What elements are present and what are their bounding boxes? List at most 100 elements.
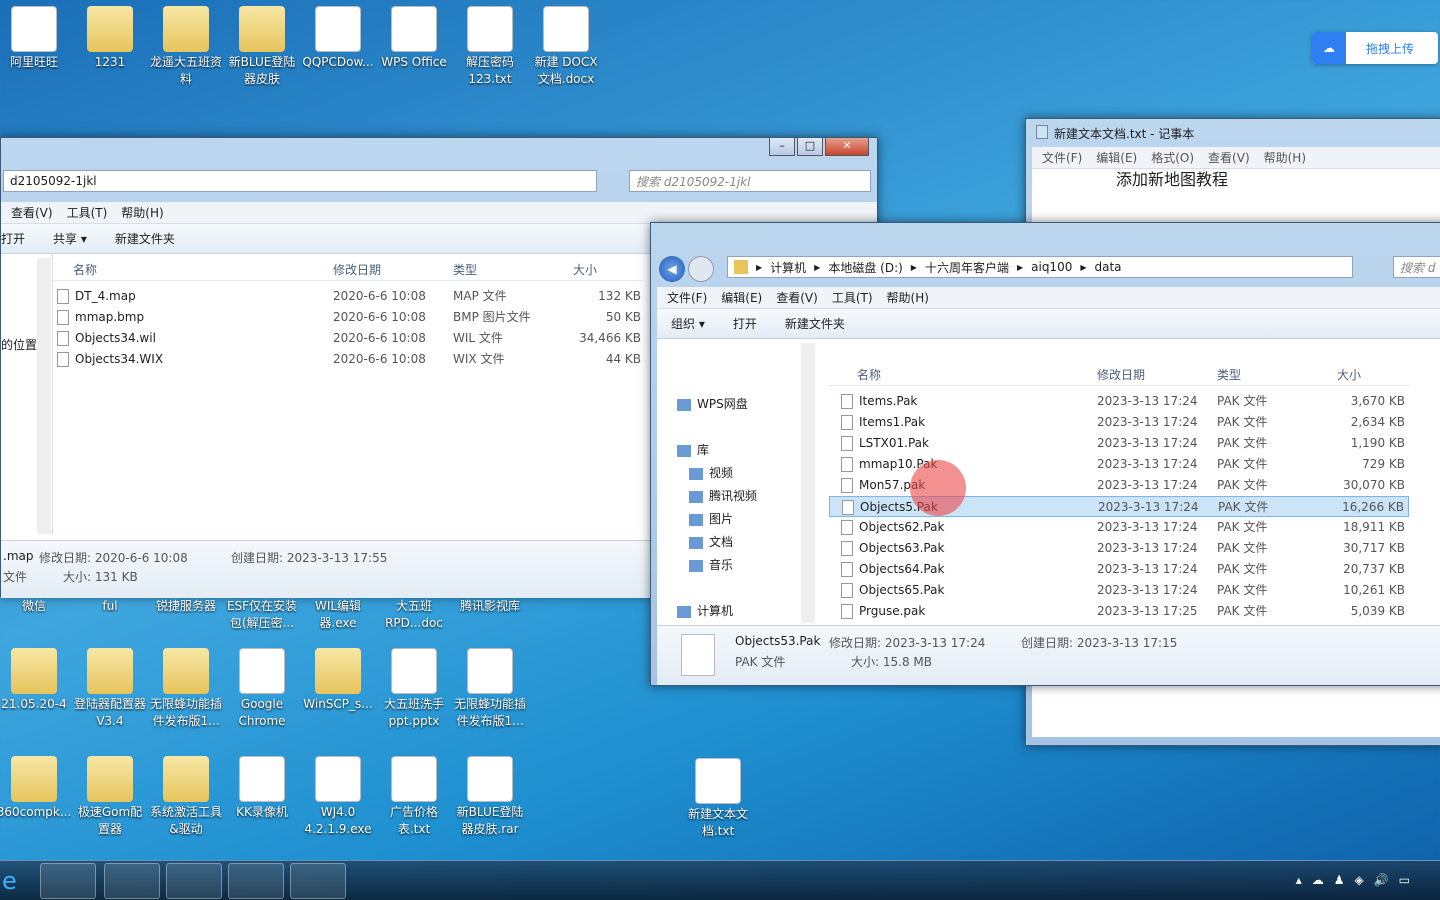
- breadcrumb-item[interactable]: 计算机: [770, 259, 806, 276]
- nav-item[interactable]: 视频: [689, 462, 733, 485]
- baidu-upload-button[interactable]: ☁ 拖拽上传: [1312, 32, 1438, 64]
- taskbar-explorer[interactable]: [40, 863, 96, 899]
- file-row[interactable]: DT_4.map 2020-6-6 10:08 MAP 文件 132 KB: [53, 286, 643, 307]
- file-row[interactable]: Objects64.Pak 2023-3-13 17:24 PAK 文件 20,737…: [829, 559, 1409, 580]
- nav-item[interactable]: 文档: [689, 531, 733, 554]
- scrollbar[interactable]: [37, 258, 51, 534]
- close-button[interactable]: ✕: [825, 138, 869, 156]
- toolbar-button[interactable]: 组织 ▾: [671, 315, 705, 332]
- menu-item[interactable]: 编辑(E): [721, 289, 762, 306]
- menu-item[interactable]: 查看(V): [1208, 149, 1250, 166]
- column-header[interactable]: 类型: [1217, 365, 1241, 386]
- nav-item[interactable]: 图片: [689, 508, 733, 531]
- desktop-icon[interactable]: 龙遥大五班资料: [148, 0, 224, 88]
- chevron-right-icon[interactable]: ▶: [814, 263, 820, 272]
- desktop-icon[interactable]: 新BLUE登陆器皮肤: [224, 0, 300, 88]
- desktop-icon[interactable]: 360compk...: [0, 750, 72, 821]
- column-header[interactable]: 大小: [1337, 365, 1361, 386]
- nav-scrollbar[interactable]: [801, 343, 815, 623]
- toolbar-button[interactable]: 共享 ▾: [53, 230, 87, 247]
- nav-item[interactable]: 的位置: [1, 334, 37, 357]
- forward-button[interactable]: [688, 256, 714, 282]
- desktop-icon[interactable]: 1231: [72, 0, 148, 71]
- minimize-button[interactable]: –: [769, 138, 795, 156]
- desktop-icon[interactable]: 无限蜂功能插件发布版1...: [148, 642, 224, 730]
- file-row[interactable]: Objects34.wil 2020-6-6 10:08 WIL 文件 34,466 …: [53, 328, 643, 349]
- desktop-icon[interactable]: KK录像机: [224, 750, 300, 821]
- menu-item[interactable]: 工具(T): [67, 204, 108, 221]
- file-row[interactable]: Objects65.Pak 2023-3-13 17:24 PAK 文件 10,261…: [829, 580, 1409, 601]
- menu-item[interactable]: 工具(T): [832, 289, 873, 306]
- address-bar[interactable]: d2105092-1jkl: [3, 170, 597, 192]
- chevron-right-icon[interactable]: ▶: [756, 263, 762, 272]
- desktop-icon[interactable]: 微信: [0, 598, 72, 615]
- desktop-icon[interactable]: 大五班RPD...doc: [376, 598, 452, 632]
- desktop-icon[interactable]: 锐捷服务器: [148, 598, 224, 615]
- breadcrumb-item[interactable]: 十六周年客户端: [925, 259, 1009, 276]
- desktop-icon[interactable]: 腾讯影视库: [452, 598, 528, 615]
- toolbar-button[interactable]: 打开: [733, 315, 757, 332]
- desktop-icon[interactable]: 阿里旺旺: [0, 0, 72, 71]
- file-row[interactable]: Objects63.Pak 2023-3-13 17:24 PAK 文件 30,717…: [829, 538, 1409, 559]
- nav-item[interactable]: 库: [677, 439, 709, 462]
- desktop-icon[interactable]: WPS Office: [376, 0, 452, 71]
- breadcrumb-item[interactable]: aiq100: [1031, 260, 1072, 274]
- breadcrumb-item[interactable]: data: [1095, 260, 1122, 274]
- desktop-icon[interactable]: WinSCP_s...: [300, 642, 376, 713]
- desktop-icon[interactable]: 解压密码123.txt: [452, 0, 528, 88]
- chevron-right-icon[interactable]: ▶: [1017, 263, 1023, 272]
- desktop-icon[interactable]: 登陆器配置器V3.4: [72, 642, 148, 730]
- column-header[interactable]: 类型: [453, 260, 477, 281]
- file-row[interactable]: Items.Pak 2023-3-13 17:24 PAK 文件 3,670 KB: [829, 391, 1409, 412]
- file-row[interactable]: LSTX01.Pak 2023-3-13 17:24 PAK 文件 1,190 KB: [829, 433, 1409, 454]
- file-row[interactable]: Items1.Pak 2023-3-13 17:24 PAK 文件 2,634 KB: [829, 412, 1409, 433]
- ie-icon[interactable]: e: [2, 867, 17, 895]
- desktop-icon[interactable]: WIL编辑器.exe: [300, 598, 376, 632]
- desktop-icon[interactable]: QQPCDow...: [300, 0, 376, 71]
- desktop-icon-new-txt[interactable]: 新建文本文档.txt: [680, 752, 756, 840]
- search-input[interactable]: 搜索 d: [1393, 256, 1440, 278]
- chevron-right-icon[interactable]: ▶: [911, 263, 917, 272]
- search-input[interactable]: 搜索 d2105092-1jkl: [629, 170, 871, 192]
- desktop-icon[interactable]: ESF仅在安装包(解压密...: [224, 598, 300, 632]
- menu-item[interactable]: 编辑(E): [1096, 149, 1137, 166]
- column-header[interactable]: 修改日期: [333, 260, 381, 281]
- maximize-button[interactable]: □: [797, 138, 823, 156]
- desktop-icon[interactable]: Google Chrome: [224, 642, 300, 730]
- toolbar-button[interactable]: 新建文件夹: [115, 230, 175, 247]
- desktop-icon[interactable]: WJ4.0 4.2.1.9.exe: [300, 750, 376, 838]
- column-header[interactable]: 大小: [573, 260, 597, 281]
- desktop-icon[interactable]: 极速Gom配置器: [72, 750, 148, 838]
- menu-item[interactable]: 查看(V): [11, 204, 53, 221]
- menu-item[interactable]: 格式(O): [1151, 149, 1194, 166]
- menu-item[interactable]: 帮助(H): [887, 289, 929, 306]
- column-header[interactable]: 名称: [73, 260, 97, 281]
- nav-item[interactable]: 腾讯视频: [689, 485, 757, 508]
- file-row[interactable]: Prguse.pak 2023-3-13 17:25 PAK 文件 5,039 KB: [829, 601, 1409, 622]
- address-bar[interactable]: ▶ 计算机 ▶ 本地磁盘 (D:) ▶ 十六周年客户端 ▶ aiq100 ▶ data: [727, 256, 1353, 278]
- menu-item[interactable]: 文件(F): [1042, 149, 1082, 166]
- taskbar-app[interactable]: [290, 863, 346, 899]
- taskbar-browser[interactable]: [104, 863, 160, 899]
- desktop-icon[interactable]: 广告价格表.txt: [376, 750, 452, 838]
- desktop-icon[interactable]: ful: [72, 598, 148, 615]
- chevron-right-icon[interactable]: ▶: [1080, 263, 1086, 272]
- desktop-icon[interactable]: 系统激活工具&驱动: [148, 750, 224, 838]
- nav-item[interactable]: WPS网盘: [677, 393, 748, 416]
- nav-item[interactable]: 计算机: [677, 600, 733, 623]
- menu-item[interactable]: 帮助(H): [1264, 149, 1306, 166]
- menu-item[interactable]: 查看(V): [776, 289, 818, 306]
- toolbar-button[interactable]: 新建文件夹: [785, 315, 845, 332]
- toolbar-button[interactable]: 打开: [1, 230, 25, 247]
- system-tray[interactable]: ▴☁♟◈🔊▭: [1296, 873, 1420, 887]
- breadcrumb-item[interactable]: 本地磁盘 (D:): [828, 259, 902, 276]
- file-row[interactable]: Objects62.Pak 2023-3-13 17:24 PAK 文件 18,911…: [829, 517, 1409, 538]
- column-header[interactable]: 修改日期: [1097, 365, 1145, 386]
- desktop-icon[interactable]: 21.05.20-4: [0, 642, 72, 713]
- taskbar-notepad[interactable]: [228, 863, 284, 899]
- desktop-icon[interactable]: 无限蜂功能插件发布版1...: [452, 642, 528, 730]
- desktop-icon[interactable]: 新BLUE登陆器皮肤.rar: [452, 750, 528, 838]
- notepad-text[interactable]: 添加新地图教程: [1032, 169, 1440, 191]
- nav-item[interactable]: 音乐: [689, 554, 733, 577]
- menu-item[interactable]: 帮助(H): [121, 204, 163, 221]
